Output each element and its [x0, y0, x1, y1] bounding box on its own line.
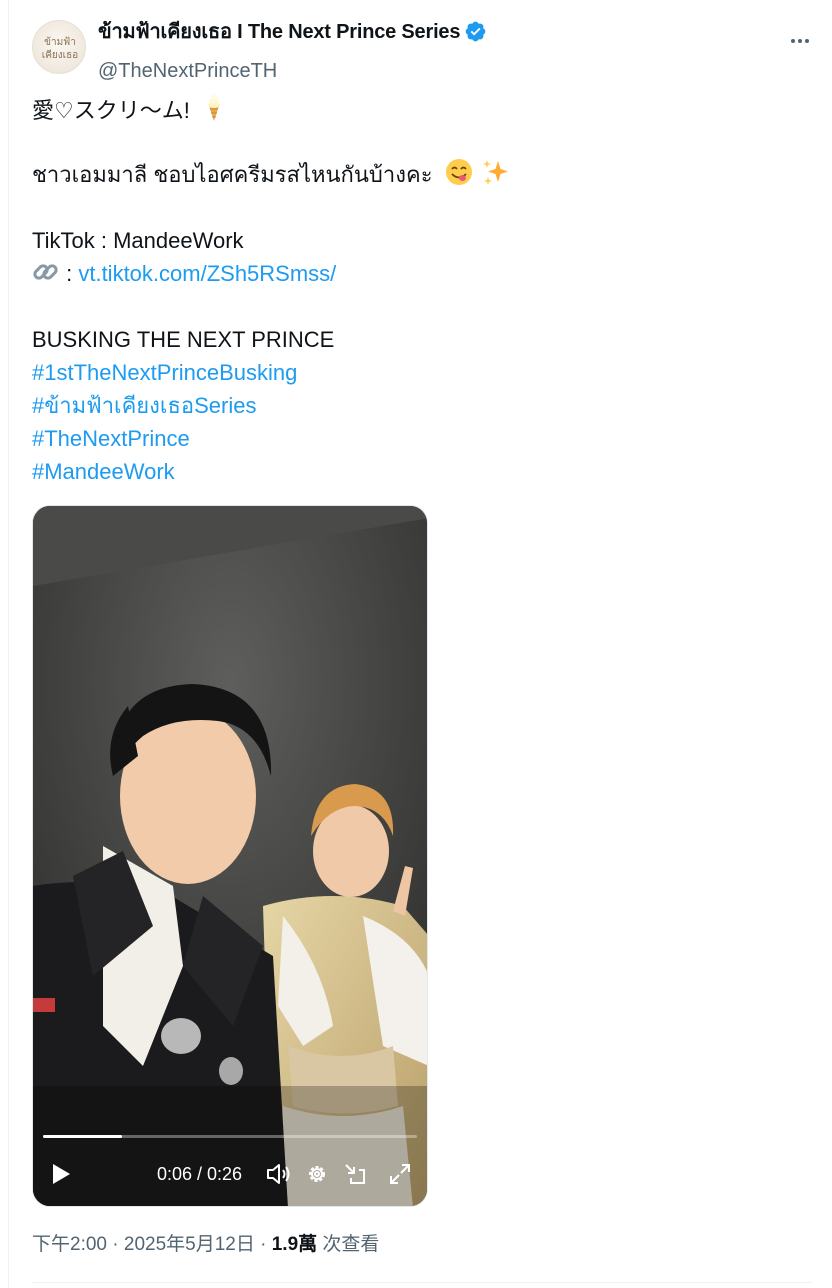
tweet-body: 愛♡スクリ～ム! ชาวเอมมาลี ชอบไอศครีมรสไหนกันบ้…	[32, 92, 792, 488]
volume-button[interactable]	[263, 1154, 295, 1194]
more-dot	[805, 39, 809, 43]
link-prefix: :	[60, 261, 79, 286]
tweet-line-text: 愛♡スクリ～ム!	[32, 98, 196, 123]
series-logo: ข้ามฟ้า เคียงเธอ	[42, 36, 78, 61]
tweet-line-8: BUSKING THE NEXT PRINCE	[32, 327, 335, 352]
hashtag-thenextprince[interactable]: #TheNextPrince	[32, 422, 792, 455]
tiktok-link[interactable]: vt.tiktok.com/ZSh5RSmss/	[78, 261, 336, 286]
avatar[interactable]: ข้ามฟ้า เคียงเธอ	[32, 20, 86, 74]
views-label: 次查看	[317, 1234, 380, 1255]
soft-ice-cream-emoji	[207, 92, 220, 121]
tweet-line-6: : vt.tiktok.com/ZSh5RSmss/	[32, 257, 792, 290]
link-emoji	[33, 264, 58, 280]
volume-icon	[267, 1164, 290, 1184]
tweet-line-text: ชาวเอมมาลี ชอบไอศครีมรสไหนกันบ้างคะ	[32, 162, 439, 187]
more-horizontal-icon	[791, 39, 795, 43]
play-icon	[53, 1164, 70, 1184]
video-frame	[33, 506, 427, 1206]
verified-badge-icon	[465, 21, 486, 41]
pop-out-icon	[345, 1164, 365, 1184]
pop-out-button[interactable]	[339, 1154, 371, 1194]
video-progress-fill	[43, 1135, 122, 1138]
meta-separator: ·	[254, 1234, 272, 1255]
logo-text-bottom: เคียงเธอ	[42, 49, 78, 61]
author-handle[interactable]: @TheNextPrinceTH	[98, 60, 277, 83]
meta-separator: ·	[106, 1234, 124, 1255]
views-count: 1.9萬	[271, 1234, 318, 1255]
tweet-line-3: ชาวเอมมาลี ชอบไอศครีมรสไหนกันบ้างคะ	[32, 158, 792, 191]
tweet-header: ข้ามฟ้า เคียงเธอ ข้ามฟ้าเคียงเธอ I The N…	[32, 14, 813, 82]
tweet-timestamp-time[interactable]: 下午2:00	[32, 1234, 107, 1255]
hashtag-mandeework[interactable]: #MandeeWork	[32, 455, 792, 488]
fullscreen-button[interactable]	[384, 1154, 416, 1194]
more-dot	[798, 39, 802, 43]
tweet-line-5: TikTok : MandeeWork	[32, 228, 244, 253]
video-time-display: 0:06 / 0:26	[157, 1164, 243, 1184]
play-button[interactable]	[45, 1154, 77, 1194]
video-controls: 0:06 / 0:26	[33, 1154, 427, 1194]
sparkles-emoji	[482, 160, 508, 185]
logo-text-top: ข้ามฟ้า	[44, 36, 76, 48]
tweet-meta: 下午2:00 · 2025年5月12日 · 1.9萬 次查看	[32, 1230, 379, 1260]
hashtag-1stthenextprincebusking[interactable]: #1stTheNextPrinceBusking	[32, 356, 792, 389]
tweet-line-1: 愛♡スクリ～ム!	[32, 92, 792, 125]
yum-face-emoji	[445, 159, 472, 185]
settings-button[interactable]	[301, 1154, 333, 1194]
author-name-row[interactable]: ข้ามฟ้าเคียงเธอ I The Next Prince Series	[98, 18, 487, 44]
author-display-name[interactable]: ข้ามฟ้าเคียงเธอ I The Next Prince Series	[98, 15, 460, 47]
bottom-divider	[32, 1282, 812, 1283]
left-divider	[8, 0, 9, 1288]
more-options-button[interactable]	[787, 28, 813, 54]
tweet-timestamp-date[interactable]: 2025年5月12日	[124, 1234, 255, 1255]
fullscreen-icon	[390, 1164, 410, 1184]
hashtag-series[interactable]: #ข้ามฟ้าเคียงเธอSeries	[32, 389, 792, 422]
video-player[interactable]: 0:06 / 0:26	[32, 505, 428, 1207]
settings-icon	[309, 1166, 325, 1182]
video-progress-bar[interactable]	[43, 1135, 417, 1138]
